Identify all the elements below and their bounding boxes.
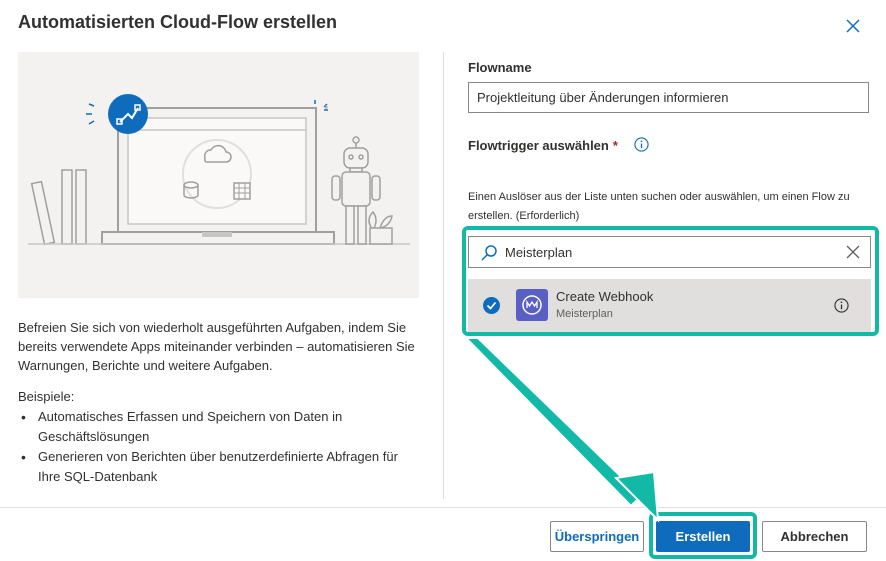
- flowname-input[interactable]: [468, 82, 869, 113]
- list-item: Generieren von Berichten über benutzerde…: [18, 447, 418, 487]
- dialog-title: Automatisierten Cloud-Flow erstellen: [18, 12, 338, 32]
- laptop-illustration: [28, 94, 410, 246]
- examples-list: Automatisches Erfassen und Speichern von…: [18, 407, 418, 487]
- required-mark: *: [612, 138, 618, 153]
- examples-heading: Beispiele:: [18, 389, 75, 404]
- footer-divider: [0, 507, 886, 508]
- trigger-label-text: Flowtrigger auswählen: [468, 138, 609, 153]
- trigger-label: Flowtrigger auswählen *: [468, 138, 618, 153]
- close-icon[interactable]: [843, 16, 863, 36]
- trigger-help-text: Einen Auslöser aus der Liste unten suche…: [468, 191, 850, 222]
- highlight-button-box: [649, 512, 757, 559]
- vertical-divider: [443, 52, 444, 499]
- plant-illustration: [368, 210, 393, 245]
- skip-button[interactable]: Überspringen: [550, 521, 644, 552]
- flowname-label: Flowname: [468, 60, 532, 75]
- books-illustration: [30, 169, 87, 246]
- highlight-box: [462, 226, 879, 336]
- illustration: [18, 52, 419, 298]
- cancel-button[interactable]: Abbrechen: [762, 521, 867, 552]
- info-icon[interactable]: [634, 137, 649, 152]
- intro-description: Befreien Sie sich von wiederholt ausgefü…: [18, 320, 415, 373]
- list-item: Automatisches Erfassen und Speichern von…: [18, 407, 418, 447]
